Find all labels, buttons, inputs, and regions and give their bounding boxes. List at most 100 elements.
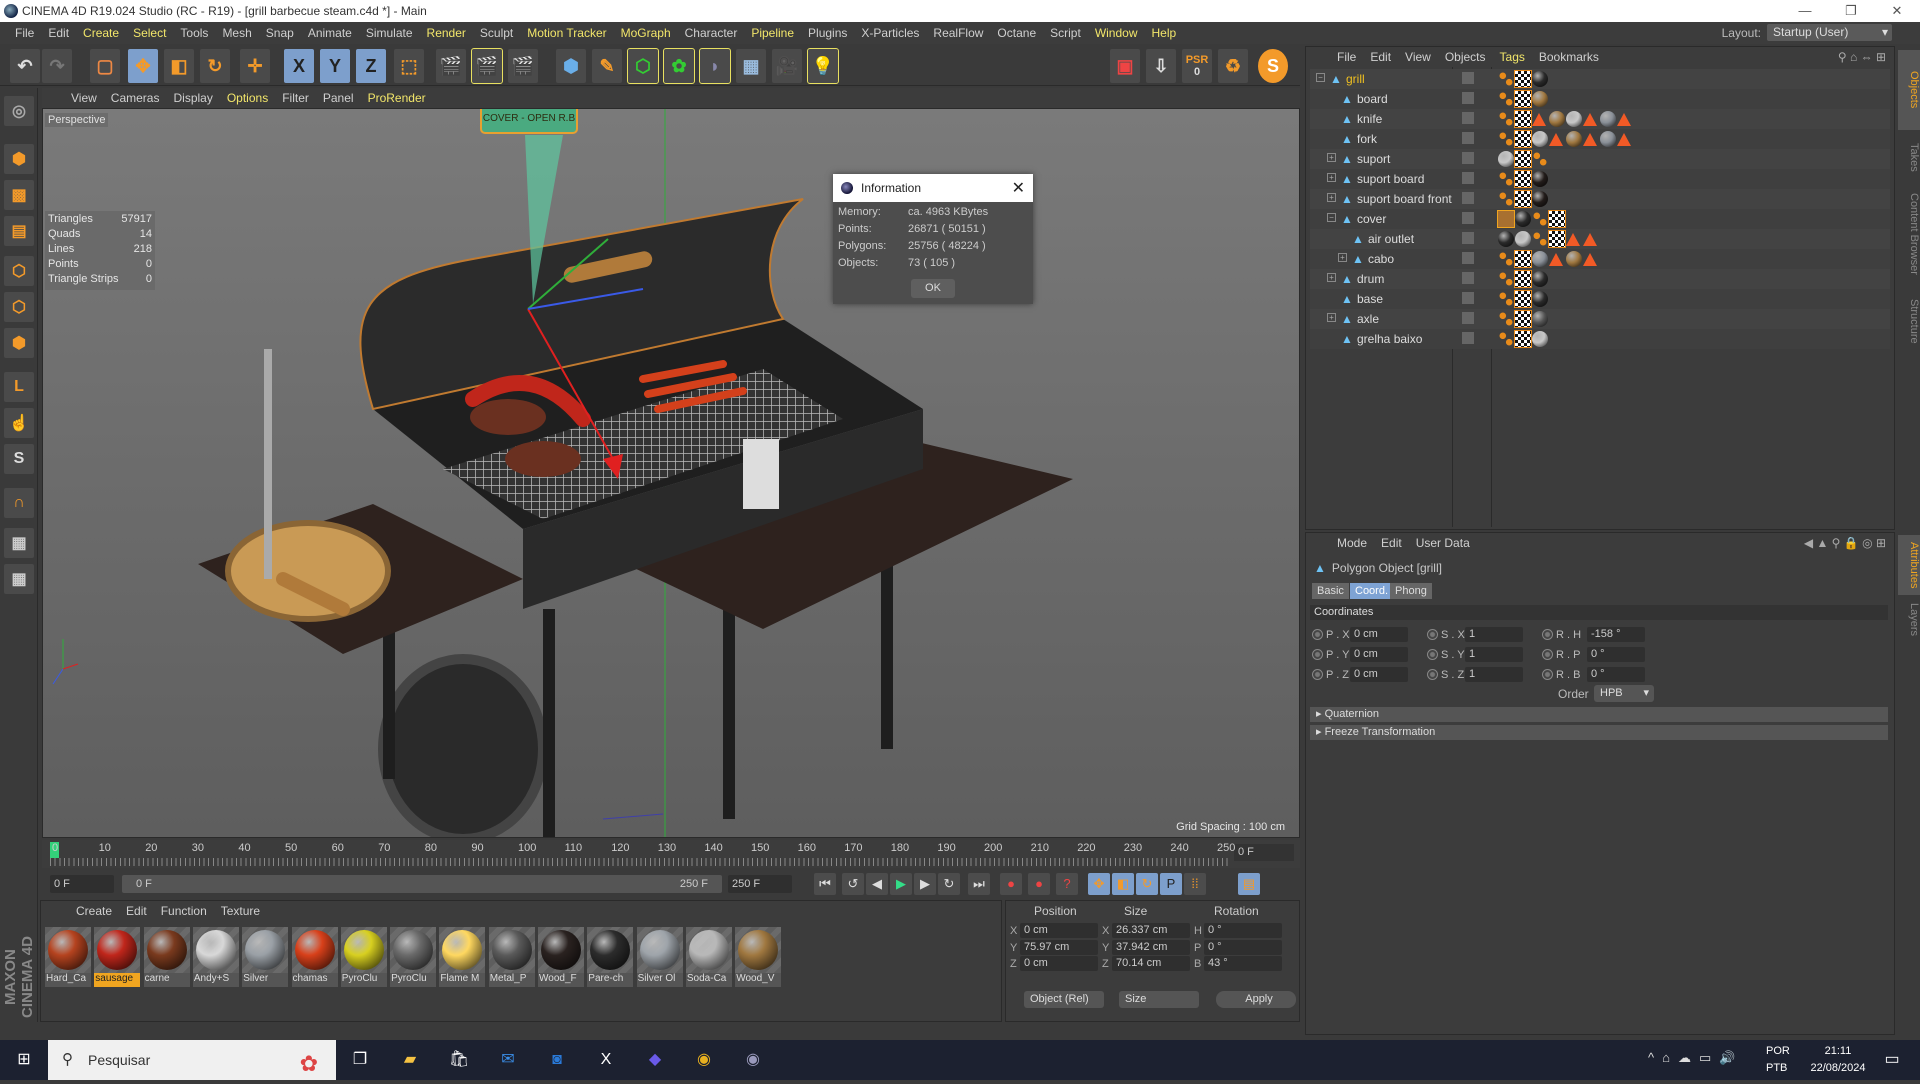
object-row-cover[interactable]: − ▲ cover bbox=[1310, 209, 1890, 229]
task-view-icon[interactable]: ❐ bbox=[348, 1048, 372, 1072]
material-tag-icon[interactable] bbox=[1515, 231, 1531, 247]
menu-snap[interactable]: Snap bbox=[259, 26, 301, 40]
material-swatch[interactable]: Wood_F bbox=[538, 927, 584, 987]
mail-icon[interactable]: ✉ bbox=[496, 1048, 520, 1072]
uvw-tag-icon[interactable] bbox=[1514, 290, 1532, 308]
go-to-end-button[interactable]: ⏭ bbox=[968, 873, 990, 895]
object-menu-view[interactable]: View bbox=[1398, 50, 1438, 64]
material-tag-icon[interactable] bbox=[1515, 211, 1531, 227]
menu-simulate[interactable]: Simulate bbox=[359, 26, 420, 40]
snap-button[interactable]: S bbox=[4, 444, 34, 474]
attr-field-pz[interactable]: 0 cm bbox=[1350, 667, 1408, 682]
y-axis-lock[interactable]: Y bbox=[320, 49, 350, 83]
tab-phong[interactable]: Phong bbox=[1390, 583, 1432, 599]
visibility-toggle[interactable] bbox=[1462, 92, 1474, 104]
attribute-menu-edit[interactable]: Edit bbox=[1374, 536, 1409, 550]
order-dropdown[interactable]: HPB ▾ bbox=[1594, 685, 1654, 702]
attr-field-sy[interactable]: 1 bbox=[1465, 647, 1523, 662]
visibility-toggle[interactable] bbox=[1462, 252, 1474, 264]
key-rotation-button[interactable]: ↻ bbox=[1136, 873, 1158, 895]
uvw-tag-icon[interactable] bbox=[1514, 250, 1532, 268]
link-icon[interactable]: ⇔ bbox=[1861, 50, 1873, 64]
magnet-button[interactable]: ∩ bbox=[4, 488, 34, 518]
material-menu-edit[interactable]: Edit bbox=[119, 904, 154, 918]
object-menu-bookmarks[interactable]: Bookmarks bbox=[1532, 50, 1606, 64]
menu-help[interactable]: Help bbox=[1145, 26, 1184, 40]
object-row-board[interactable]: ▲ board bbox=[1310, 89, 1890, 109]
menu-octane[interactable]: Octane bbox=[990, 26, 1043, 40]
taskbar-search[interactable]: ⚲ Pesquisar ✿ bbox=[48, 1040, 336, 1080]
object-row-suport[interactable]: + ▲ suport bbox=[1310, 149, 1890, 169]
next-frame-button[interactable]: ▶ bbox=[914, 873, 936, 895]
animate-radio[interactable] bbox=[1312, 669, 1323, 680]
menu-tools[interactable]: Tools bbox=[173, 26, 215, 40]
uvw-tag-icon[interactable] bbox=[1514, 330, 1532, 348]
size-mode-dropdown[interactable]: Size bbox=[1119, 991, 1199, 1008]
phong-tag-icon[interactable] bbox=[1498, 171, 1514, 187]
menu-character[interactable]: Character bbox=[678, 26, 745, 40]
selection-tag-icon[interactable] bbox=[1532, 113, 1546, 126]
phong-tag-icon[interactable] bbox=[1498, 131, 1514, 147]
coordinate-system-button[interactable]: ⬚ bbox=[394, 49, 424, 83]
next-key-button[interactable]: ↻ bbox=[938, 873, 960, 895]
phong-tag-icon[interactable] bbox=[1498, 71, 1514, 87]
object-menu-edit[interactable]: Edit bbox=[1363, 50, 1398, 64]
object-menu-objects[interactable]: Objects bbox=[1438, 50, 1493, 64]
menu-mograph[interactable]: MoGraph bbox=[614, 26, 678, 40]
make-editable-button[interactable]: ◎ bbox=[4, 96, 34, 126]
material-menu-function[interactable]: Function bbox=[154, 904, 214, 918]
polygons-mode-button[interactable]: ⬢ bbox=[4, 328, 34, 358]
visibility-toggle[interactable] bbox=[1462, 192, 1474, 204]
uvw-tag-icon[interactable] bbox=[1514, 270, 1532, 288]
material-swatch[interactable]: PyroClu bbox=[390, 927, 437, 987]
s-plugin-button[interactable]: S bbox=[1258, 49, 1288, 83]
material-tag-icon[interactable] bbox=[1600, 131, 1616, 147]
material-tag-icon[interactable] bbox=[1498, 151, 1514, 167]
selection-tag-icon[interactable] bbox=[1617, 113, 1631, 126]
visibility-toggle[interactable] bbox=[1462, 212, 1474, 224]
language-indicator[interactable]: POR PTB bbox=[1766, 1043, 1790, 1077]
visibility-toggle[interactable] bbox=[1462, 332, 1474, 344]
attr-field-sz[interactable]: 1 bbox=[1465, 667, 1523, 682]
phong-tag-icon[interactable] bbox=[1498, 311, 1514, 327]
tab-coord[interactable]: Coord. bbox=[1350, 583, 1394, 599]
phong-tag-icon[interactable] bbox=[1532, 151, 1548, 167]
material-tag-icon[interactable] bbox=[1498, 231, 1514, 247]
size-z-field[interactable]: 70.14 cm bbox=[1112, 956, 1190, 971]
visibility-toggle[interactable] bbox=[1462, 132, 1474, 144]
record-keys-button[interactable]: ● bbox=[1000, 873, 1022, 895]
uvw-tag-icon[interactable] bbox=[1514, 110, 1532, 128]
z-axis-lock[interactable]: Z bbox=[356, 49, 386, 83]
material-swatch[interactable]: PyroClu bbox=[340, 927, 387, 987]
side-tab-layers[interactable]: Layers bbox=[1898, 597, 1920, 642]
recycle-button[interactable]: ♻ bbox=[1218, 49, 1248, 83]
x-axis-lock[interactable]: X bbox=[284, 49, 314, 83]
timeline-window-button[interactable]: ▤ bbox=[1238, 873, 1260, 895]
x-app-icon[interactable]: X bbox=[594, 1048, 618, 1072]
material-swatch[interactable]: Hard_Ca bbox=[45, 927, 91, 987]
animate-radio[interactable] bbox=[1427, 649, 1438, 660]
material-tag-icon[interactable] bbox=[1566, 251, 1582, 267]
object-row-grelha-baixo[interactable]: ▲ grelha baixo bbox=[1310, 329, 1890, 349]
uvw-tag-icon[interactable] bbox=[1548, 210, 1566, 228]
previous-frame-button[interactable]: ◀ bbox=[866, 873, 888, 895]
menu-realflow[interactable]: RealFlow bbox=[926, 26, 990, 40]
material-menu-texture[interactable]: Texture bbox=[214, 904, 267, 918]
rotation-h-field[interactable]: 0 ° bbox=[1204, 923, 1282, 938]
material-swatch[interactable]: Andy+S bbox=[192, 927, 239, 987]
phong-tag-icon[interactable] bbox=[1498, 91, 1514, 107]
floor-button[interactable]: ▦ bbox=[736, 49, 766, 83]
transform-tool[interactable]: ✛ bbox=[240, 49, 270, 83]
animate-radio[interactable] bbox=[1427, 669, 1438, 680]
visibility-toggle[interactable] bbox=[1462, 112, 1474, 124]
phong-tag-icon[interactable] bbox=[1498, 331, 1514, 347]
dialog-close-button[interactable]: ✕ bbox=[1012, 178, 1025, 198]
selection-tag-icon[interactable] bbox=[1583, 233, 1597, 246]
rotation-b-field[interactable]: 43 ° bbox=[1204, 956, 1282, 971]
menu-select[interactable]: Select bbox=[126, 26, 173, 40]
move-tool[interactable]: ✥ bbox=[128, 49, 158, 83]
uvw-tag-icon[interactable] bbox=[1514, 90, 1532, 108]
material-tag-icon[interactable] bbox=[1532, 311, 1548, 327]
material-tag-icon[interactable] bbox=[1532, 271, 1548, 287]
system-tray-icons[interactable]: ^⌂☁▭🔊 bbox=[1648, 1050, 1743, 1066]
